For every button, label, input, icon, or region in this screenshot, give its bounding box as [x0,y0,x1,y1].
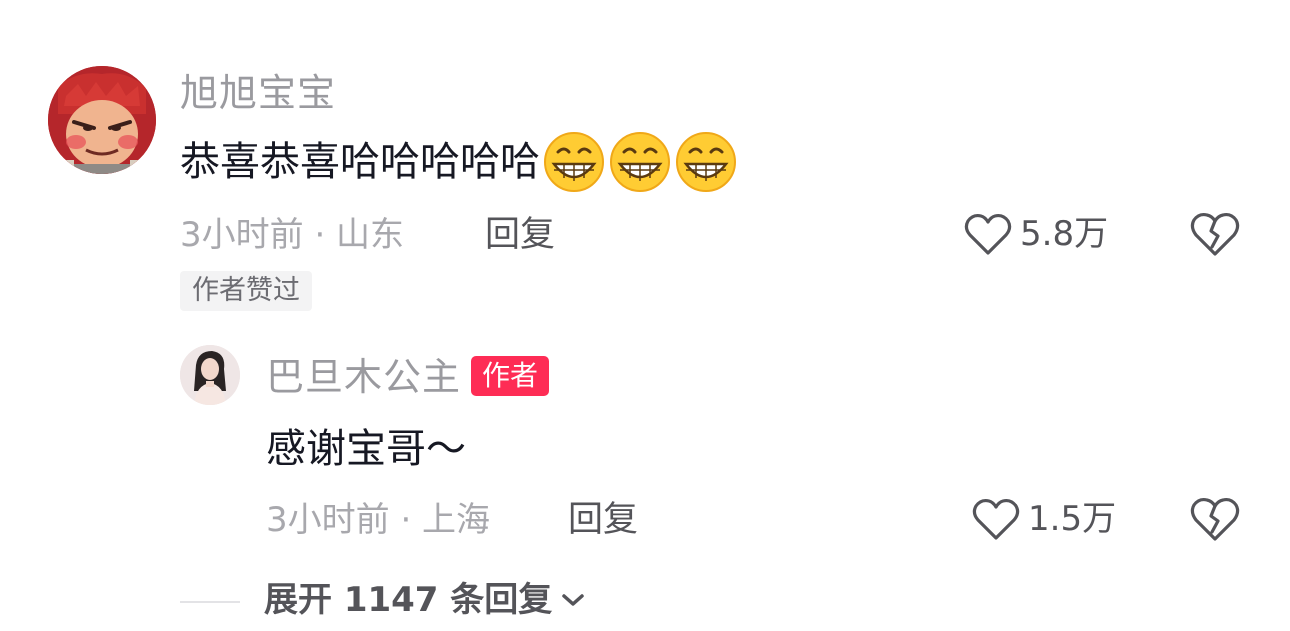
comment-text: 恭喜恭喜哈哈哈哈哈 [180,130,738,194]
like-count: 5.8万 [1020,214,1109,254]
comment-meta: 3小时前 · 山东 [180,215,405,255]
reply-username[interactable]: 巴旦木公主 [266,358,461,396]
like-button[interactable]: 5.8万 [964,212,1108,256]
comment-text-body: 恭喜恭喜哈哈哈哈哈 [180,139,540,185]
author-liked-tag: 作者赞过 [180,271,312,311]
like-button[interactable]: 1.5万 [972,497,1116,541]
grinning-face-icon [676,132,736,192]
like-count: 1.5万 [1028,499,1117,539]
avatar-image [180,345,240,405]
broken-heart-icon[interactable] [1190,496,1240,542]
avatar[interactable] [180,345,240,405]
reply-meta: 3小时前 · 上海 [266,500,491,540]
avatar-image [48,66,156,174]
reply-text: 感谢宝哥～ [266,426,466,472]
grinning-face-icon [544,132,604,192]
comment-username[interactable]: 旭旭宝宝 [180,74,336,112]
heart-icon [964,213,1012,255]
divider [180,601,240,603]
grinning-face-icon [610,132,670,192]
author-badge: 作者 [471,356,550,396]
avatar[interactable] [48,66,156,174]
expand-replies-label: 展开 1147 条回复 [264,580,553,620]
reply-button[interactable]: 回复 [568,503,638,538]
chevron-down-icon [562,594,585,606]
comment-thread: 旭旭宝宝 恭喜恭喜哈哈哈哈哈 3小时前 · 山东 回复 5.8万 作者赞过 巴旦… [0,0,1290,631]
expand-replies-button[interactable]: 展开 1147 条回复 [264,583,586,617]
reply-button[interactable]: 回复 [485,218,555,253]
broken-heart-icon[interactable] [1190,211,1240,257]
heart-icon [972,498,1020,540]
